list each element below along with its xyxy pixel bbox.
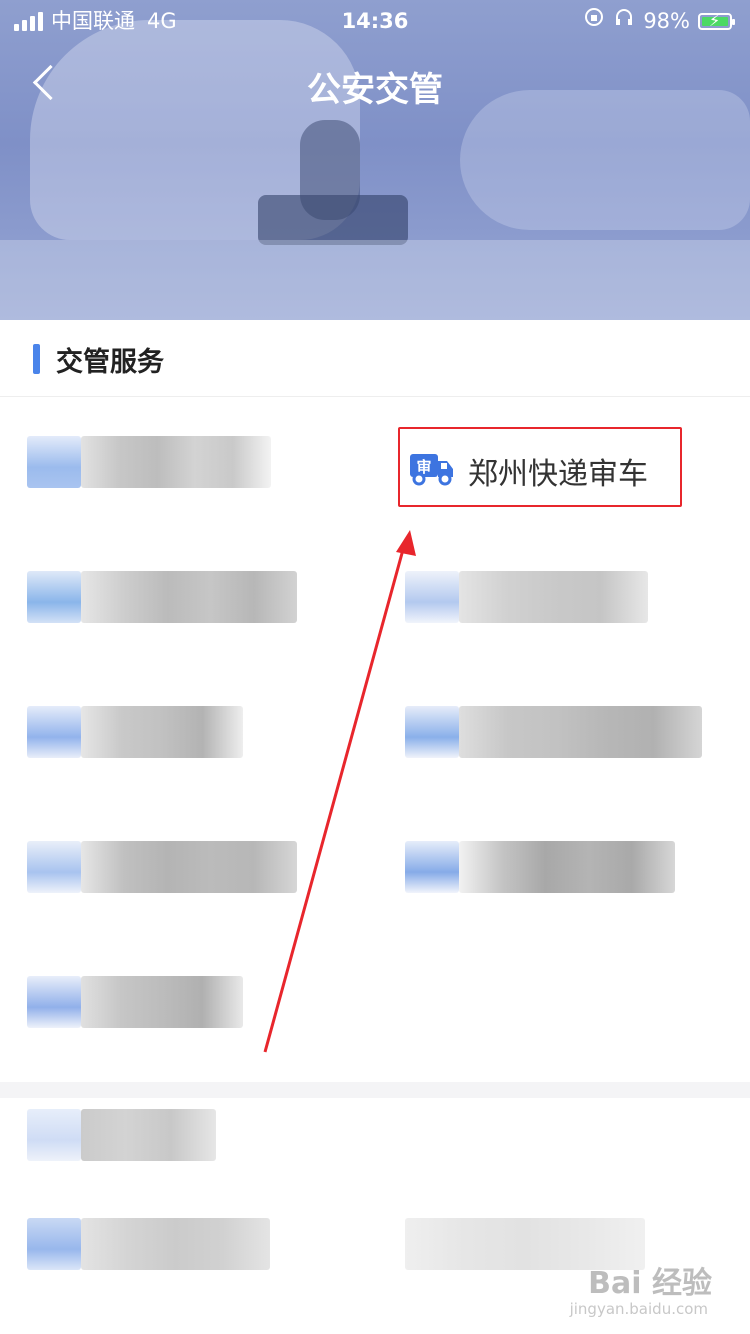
service-item-zhengzhou-express-inspection[interactable]: 审 郑州快递审车 [398,427,682,507]
service-item-blurred[interactable] [27,567,297,627]
page-title: 公安交管 [307,70,443,110]
service-label: 郑州快递审车 [468,457,648,492]
watermark-url: jingyan.baidu.com [569,1300,708,1318]
truck-icon: 审 [409,451,455,487]
watermark-logo: Bai 经验 [588,1266,712,1301]
banner-stamp-handle [300,120,360,220]
service-item-blurred[interactable] [405,702,702,762]
battery-icon: ⚡ [698,11,735,30]
service-item-blurred[interactable] [405,567,648,627]
service-item-blurred[interactable] [27,1214,270,1274]
service-item-blurred[interactable] [27,1105,216,1165]
truck-icon-text: 审 [416,458,431,476]
service-item-blurred[interactable] [27,972,243,1032]
status-bar: 中国联通 4G 14:36 98% ⚡ [0,0,750,42]
nav-bar: 公安交管 [0,42,750,128]
service-item-blurred[interactable] [405,837,675,897]
service-item-blurred[interactable] [27,837,297,897]
section-header: 交管服务 [0,320,750,397]
headphones-icon [613,0,635,42]
section-divider [0,1082,750,1098]
service-item-blurred[interactable] [27,702,243,762]
battery-percent: 98% [643,9,690,33]
rotation-lock-icon [583,0,605,42]
header-banner: 中国联通 4G 14:36 98% ⚡ 公安交管 [0,0,750,320]
section-accent-bar [33,344,40,374]
section-title: 交管服务 [56,347,164,378]
service-item-blurred[interactable] [27,432,271,492]
banner-paper-shape [0,240,750,320]
